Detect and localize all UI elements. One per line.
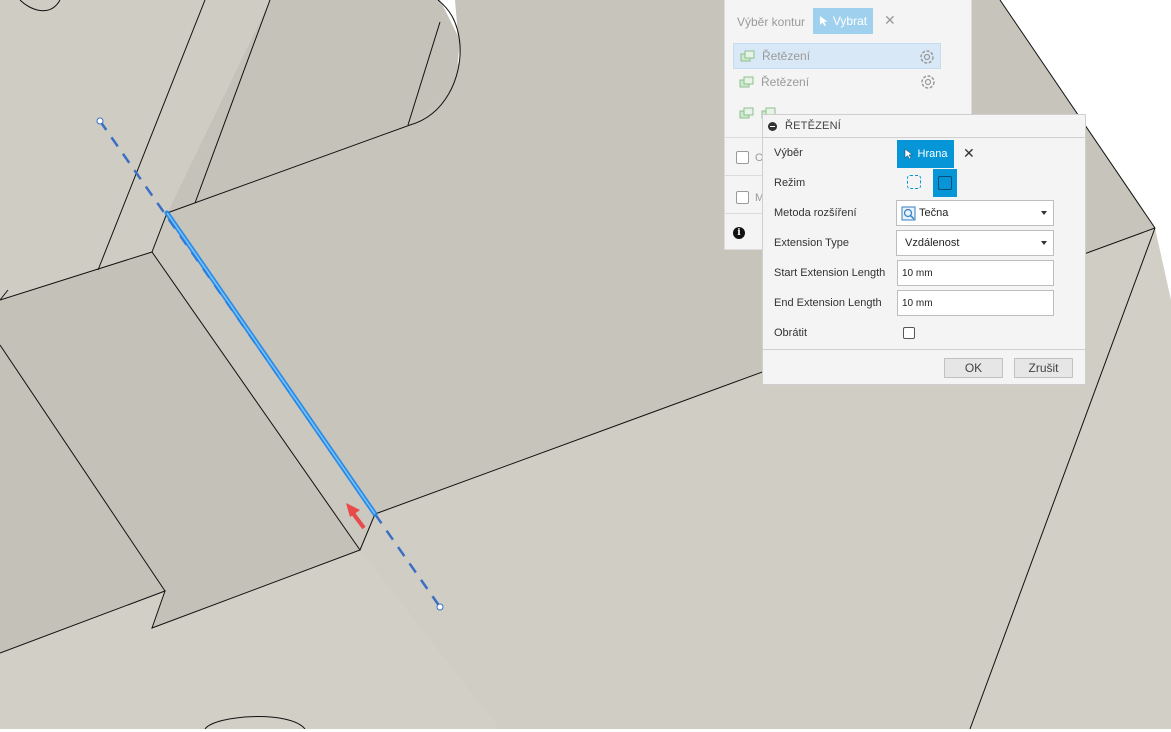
chain-row-label: Řetězení [762,49,811,63]
start-length-label: Start Extension Length [774,267,886,279]
reverse-checkbox[interactable] [903,327,915,339]
reverse-label: Obrátit [774,327,808,339]
mode-open-icon[interactable] [907,175,921,189]
start-length-input[interactable] [897,260,1054,286]
extension-type-label: Extension Type [774,237,850,249]
cursor-icon [904,148,913,160]
end-length-label: End Extension Length [774,297,882,309]
gear-icon[interactable] [919,73,937,91]
gear-icon[interactable] [918,48,936,66]
clear-selection-icon[interactable]: ✕ [963,145,975,162]
extension-type-value: Vzdálenost [905,237,960,249]
option-checkbox[interactable] [736,151,749,164]
chain-icon [739,76,754,88]
chain-row[interactable]: Řetězení [733,43,941,69]
info-icon[interactable]: i [733,227,745,239]
extension-end-point [436,603,444,611]
extension-start-point [96,117,104,125]
chevron-down-icon [1041,241,1047,245]
edge-selection-label: Hrana [917,148,948,160]
dialog-header[interactable]: ŘETĚZENÍ [763,115,1085,138]
extension-method-select[interactable]: Tečna [896,200,1054,226]
selection-label: Výběr [774,147,803,159]
cancel-button[interactable]: Zrušit [1014,358,1073,378]
chevron-down-icon [1041,211,1047,215]
edge-selection-button[interactable]: Hrana [897,140,954,168]
dialog-title: ŘETĚZENÍ [785,120,841,132]
tangent-icon [901,206,916,221]
chain-row[interactable]: Řetězení [733,69,941,95]
mode-label: Režim [774,177,806,189]
extension-method-value: Tečna [919,207,949,219]
option-checkbox[interactable] [736,191,749,204]
chain-icon [740,50,755,62]
extension-type-select[interactable]: Vzdálenost [896,230,1054,256]
mode-closed-icon[interactable] [933,169,957,197]
collapse-icon[interactable] [768,121,777,131]
contour-selection-label: Výběr kontur [737,15,806,29]
cursor-icon [819,16,828,26]
select-button-label: Vybrat [832,14,868,28]
chain-row-label: Řetězení [761,75,810,89]
dialog-footer-divider [763,349,1085,350]
end-length-input[interactable] [897,290,1054,316]
chain-dialog: ŘETĚZENÍ Výběr Hrana ✕ Režim Metoda rozš… [762,114,1086,385]
chain-icon [739,107,754,119]
ok-button[interactable]: OK [944,358,1003,378]
clear-selection-icon[interactable]: ✕ [884,12,896,29]
select-button[interactable]: Vybrat [813,8,873,34]
extension-method-label: Metoda rozšíření [774,207,857,219]
